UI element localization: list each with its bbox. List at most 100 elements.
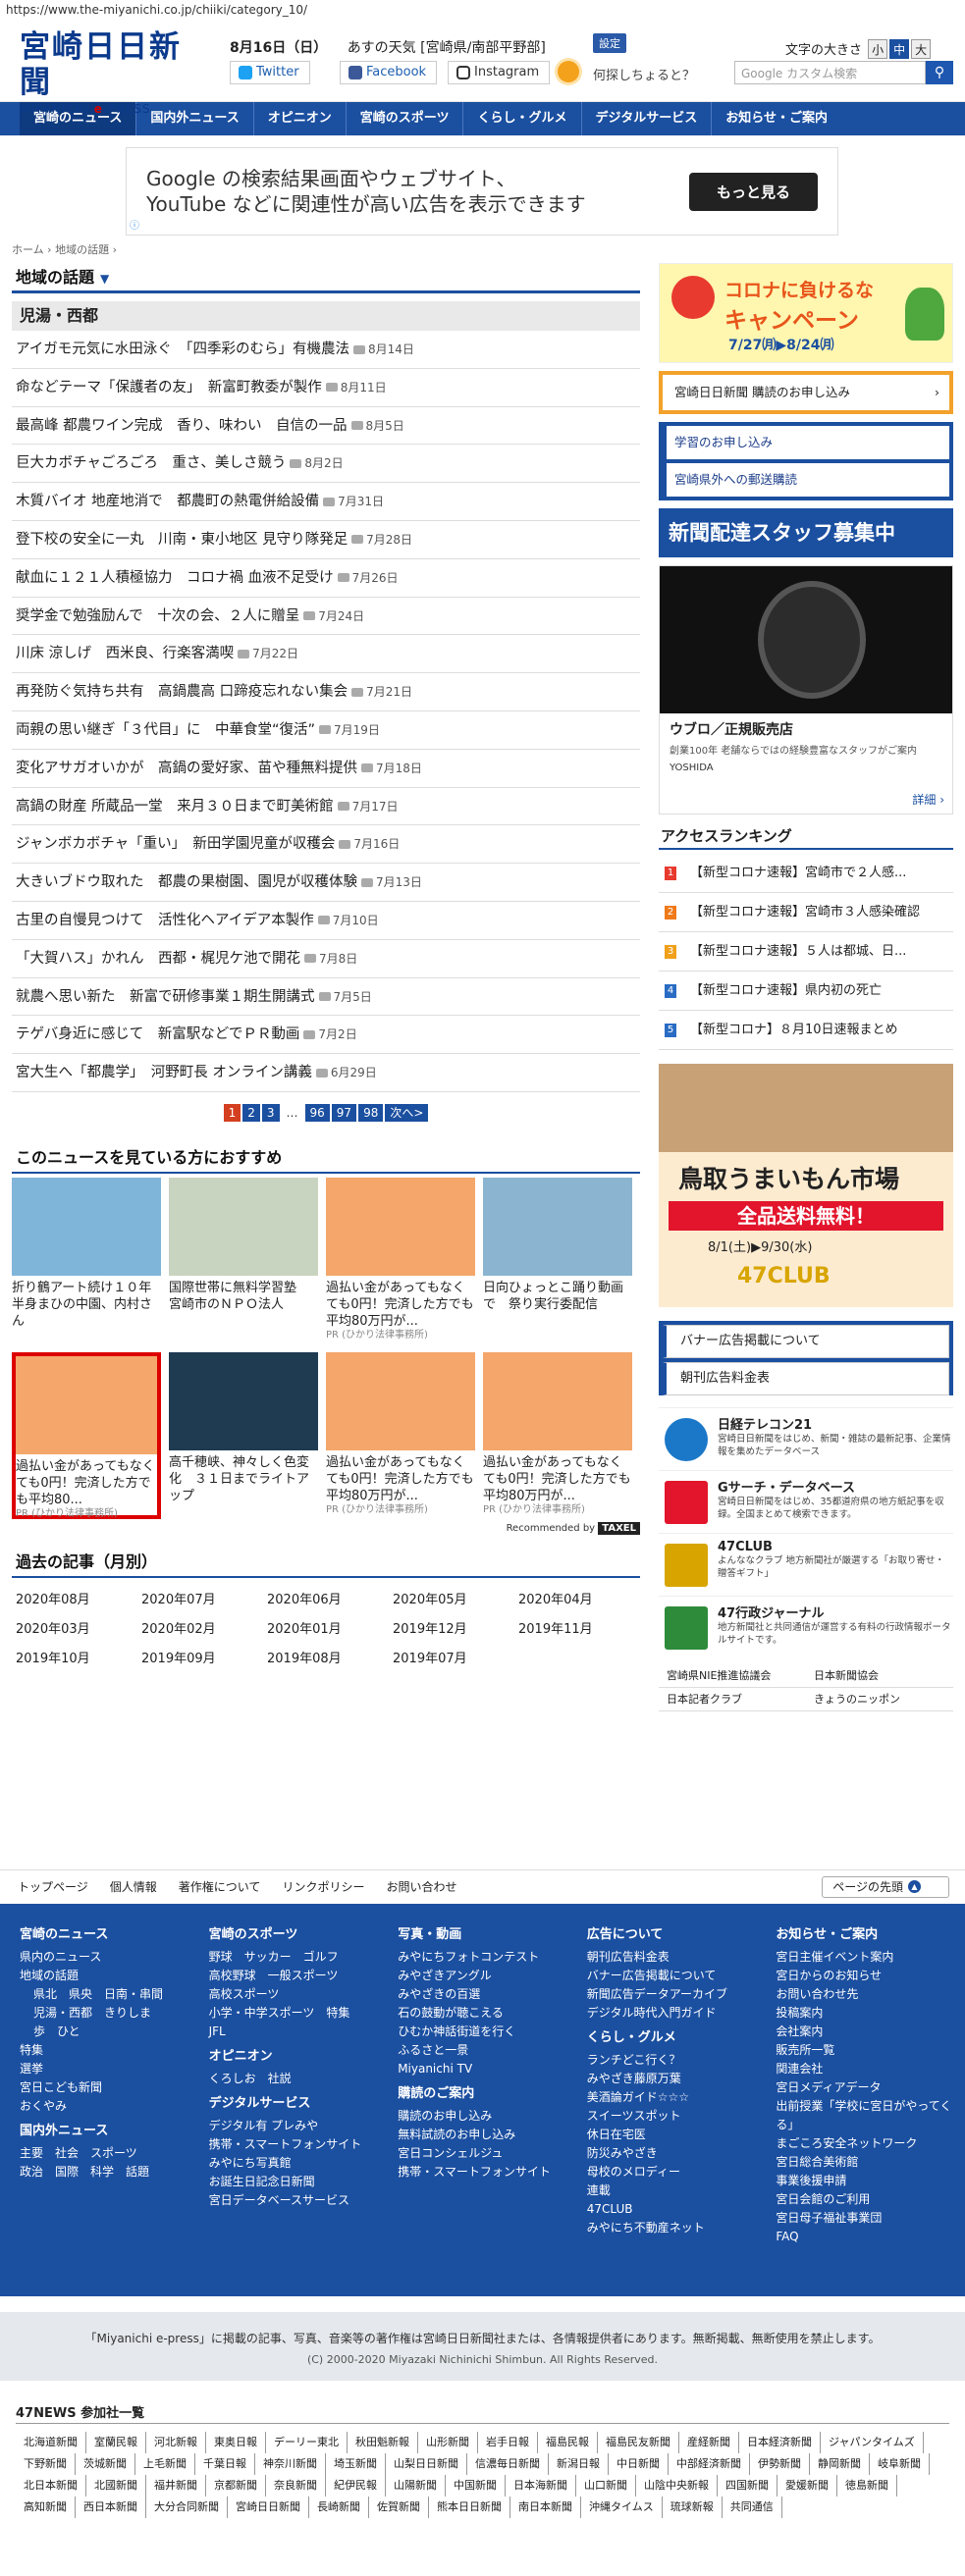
page-link[interactable]: 96 xyxy=(304,1103,330,1122)
newspaper-link[interactable]: 紀伊民報 xyxy=(326,2475,386,2497)
google-ad-banner[interactable]: Google の検索結果画面やウェブサイト、 YouTube などに関連性が高い広… xyxy=(126,147,838,236)
newspaper-link[interactable]: 高知新聞 xyxy=(16,2497,76,2518)
footer-link[interactable]: 高校野球 xyxy=(209,1969,256,1982)
article-title[interactable]: 古里の自慢見つけて 活性化ヘアイデア本製作 xyxy=(16,913,314,928)
newspaper-link[interactable]: 河北新報 xyxy=(146,2432,206,2453)
page-title[interactable]: 地域の話題 ▼ xyxy=(12,262,640,293)
footer-heading[interactable]: デジタルサービス xyxy=(209,2094,399,2113)
nav-gourmet[interactable]: くらし・グルメ xyxy=(463,102,582,135)
footer-link[interactable]: 無料試読のお申し込み xyxy=(398,2126,587,2144)
page-link[interactable]: 次へ> xyxy=(385,1103,429,1122)
article-title[interactable]: 献血に１２１人積極協力 コロナ禍 血液不足受け xyxy=(16,570,334,586)
top-page-link[interactable]: トップページ xyxy=(18,1880,88,1894)
footer-link[interactable]: みやざき藤原万葉 xyxy=(587,2070,777,2088)
newspaper-link[interactable]: 茨城新聞 xyxy=(76,2453,135,2475)
footer-heading[interactable]: 広告について xyxy=(587,1925,777,1944)
nie-link[interactable]: 宮崎県NIE推進協議会 xyxy=(659,1664,806,1688)
delivery-staff-banner[interactable]: 新聞配達スタッフ募集中 xyxy=(659,508,953,557)
footer-link[interactable]: きりしま xyxy=(104,2006,151,2020)
article-item[interactable]: 再発防ぐ気持ち共有 高鍋農高 口蹄疫忘れない集会 7月21日 xyxy=(12,673,640,711)
footer-heading[interactable]: お知らせ・ご案内 xyxy=(776,1925,965,1944)
newspaper-link[interactable]: 山梨日日新聞 xyxy=(386,2453,467,2475)
page-link[interactable]: 98 xyxy=(358,1103,384,1122)
footer-heading[interactable]: 宮崎のスポーツ xyxy=(209,1925,399,1944)
footer-link[interactable]: くろしお xyxy=(209,2072,256,2085)
newspaper-link[interactable]: 静岡新聞 xyxy=(810,2453,870,2475)
weather-link[interactable]: あすの天気 [宮崎県/南部平野部] xyxy=(348,40,546,56)
footer-link[interactable]: 国際 xyxy=(55,2165,79,2179)
footer-link[interactable]: 特集 xyxy=(20,2041,209,2060)
footer-link[interactable]: お誕生日記念日新聞 xyxy=(209,2173,399,2191)
month-link[interactable]: 2020年02月 xyxy=(137,1615,263,1645)
page-top-button[interactable]: ページの先頭 ▲ xyxy=(822,1876,949,1898)
footer-link[interactable]: 47CLUB xyxy=(587,2200,777,2219)
font-size-small[interactable]: 小 xyxy=(868,39,888,59)
footer-link[interactable]: 主要 xyxy=(20,2146,43,2160)
newspaper-link[interactable]: 伊勢新聞 xyxy=(750,2453,810,2475)
dropdown-arrow-icon[interactable]: ▼ xyxy=(100,272,109,286)
recommend-card[interactable]: 過払い金があってもなくても0円！完済した方でも平均80万円が... PR (ひかり… xyxy=(326,1351,475,1519)
recommend-card[interactable]: 過払い金があってもなくても0円！完済した方でも平均80... PR (ひかり法律事… xyxy=(12,1351,161,1519)
newspaper-link[interactable]: 新潟日報 xyxy=(549,2453,609,2475)
article-title[interactable]: 奨学金で勉強励んで 十次の会、２人に贈呈 xyxy=(16,608,299,624)
newspaper-link[interactable]: 中日新聞 xyxy=(609,2453,669,2475)
footer-link[interactable]: 朝刊広告料金表 xyxy=(587,1948,777,1967)
newspaper-link[interactable]: 日本経済新聞 xyxy=(739,2432,821,2453)
footer-link[interactable]: 宮日メディアデータ xyxy=(776,2078,965,2097)
footer-link[interactable]: みやにちフォトコンテスト xyxy=(398,1948,587,1967)
footer-link[interactable]: 投稿案内 xyxy=(776,2004,965,2023)
privacy-link[interactable]: 個人情報 xyxy=(110,1880,157,1894)
footer-link[interactable]: スイーツスポット xyxy=(587,2107,777,2126)
article-title[interactable]: 最高峰 都農ワイン完成 香り、味わい 自信の一品 xyxy=(16,418,348,434)
breadcrumb-current[interactable]: 地域の話題 xyxy=(55,243,109,256)
article-title[interactable]: 川床 涼しげ 西米良、行楽客満喫 xyxy=(16,646,234,661)
footer-heading[interactable]: 宮崎のニュース xyxy=(20,1925,209,1944)
footer-link[interactable]: 地域の話題 xyxy=(20,1967,209,1985)
newspaper-link[interactable]: 山陰中央新報 xyxy=(636,2475,718,2497)
footer-link[interactable]: 石の鼓動が聴こえる xyxy=(398,2004,587,2023)
newspaper-link[interactable]: 西日本新聞 xyxy=(76,2497,146,2518)
footer-link[interactable]: 新聞広告データアーカイブ xyxy=(587,1985,777,2004)
footer-link[interactable]: 児湯・西都 xyxy=(33,2006,92,2020)
article-title[interactable]: 変化アサガオいかが 高鍋の愛好家、苗や種無料提供 xyxy=(16,761,357,776)
article-item[interactable]: 最高峰 都農ワイン完成 香り、味わい 自信の一品 8月5日 xyxy=(12,407,640,446)
article-item[interactable]: 川床 涼しげ 西米良、行楽客満喫 7月22日 xyxy=(12,635,640,674)
footer-link[interactable]: 宮日母子福祉事業団 xyxy=(776,2209,965,2228)
recommend-card[interactable]: 高千穂峡、神々しく色変化 ３１日までライトアップ xyxy=(169,1351,318,1519)
newspaper-link[interactable]: 山形新聞 xyxy=(418,2432,478,2453)
article-item[interactable]: テゲバ身近に感じて 新富駅などでＰＲ動画 7月2日 xyxy=(12,1016,640,1055)
footer-link[interactable]: ひと xyxy=(57,2024,80,2038)
ad-detail-link[interactable]: 詳細 › xyxy=(912,791,944,808)
article-item[interactable]: 奨学金で勉強励んで 十次の会、２人に贈呈 7月24日 xyxy=(12,598,640,636)
newspaper-link[interactable]: 秋田魁新報 xyxy=(348,2432,418,2453)
article-item[interactable]: 木質バイオ 地産地消で 都農町の熱電併給設備 7月31日 xyxy=(12,483,640,521)
recommended-by[interactable]: Recommended by TAXEL xyxy=(12,1521,640,1539)
footer-link[interactable]: みやざきの百選 xyxy=(398,1985,587,2004)
footer-link[interactable]: Miyanichi TV xyxy=(398,2060,587,2078)
article-title[interactable]: 巨大カボチャごろごろ 重さ、美しさ競う xyxy=(16,455,286,471)
newspaper-link[interactable]: 福井新聞 xyxy=(146,2475,206,2497)
footer-link[interactable]: まごころ安全ネットワーク xyxy=(776,2134,965,2153)
page-link[interactable]: 1 xyxy=(223,1103,241,1122)
footer-link[interactable]: お問い合わせ先 xyxy=(776,1985,965,2004)
footer-link[interactable]: 休日在宅医 xyxy=(587,2126,777,2144)
footer-link[interactable]: 歩 xyxy=(33,2024,45,2038)
tottori-ad[interactable]: 鳥取うまいもん市場 全品送料無料！ 8/1(土)▶9/30(水) 47CLUB xyxy=(659,1064,953,1307)
article-title[interactable]: 再発防ぐ気持ち共有 高鍋農高 口蹄疫忘れない集会 xyxy=(16,684,348,700)
footer-link[interactable]: 会社案内 xyxy=(776,2023,965,2041)
article-title[interactable]: 宮大生へ「都農学」 河野町長 オンライン講義 xyxy=(16,1065,312,1080)
month-link[interactable]: 2019年12月 xyxy=(389,1615,514,1645)
font-size-medium[interactable]: 中 xyxy=(889,39,910,59)
article-item[interactable]: アイガモ元気に水田泳ぐ 「四季彩のむら」有機農法 8月14日 xyxy=(12,331,640,369)
recommend-card[interactable]: 国際世帯に無料学習塾 宮崎市のＮＰＯ法人 xyxy=(169,1177,318,1344)
newspaper-link[interactable]: 佐賀新聞 xyxy=(369,2497,429,2518)
footer-link[interactable]: 日南・串間 xyxy=(104,1987,163,2001)
footer-link[interactable]: スポーツ xyxy=(90,2146,137,2160)
footer-link[interactable]: 社説 xyxy=(268,2072,292,2085)
footer-link[interactable]: 事業後援申請 xyxy=(776,2172,965,2190)
copyright-link[interactable]: 著作権について xyxy=(179,1880,261,1894)
footer-link[interactable]: JFL xyxy=(209,2024,226,2038)
footer-heading[interactable]: 国内外ニュース xyxy=(20,2122,209,2140)
footer-link[interactable]: デジタル時代入門ガイド xyxy=(587,2004,777,2023)
mail-subscribe-link[interactable]: 宮崎県外への郵送購読 xyxy=(663,463,949,497)
